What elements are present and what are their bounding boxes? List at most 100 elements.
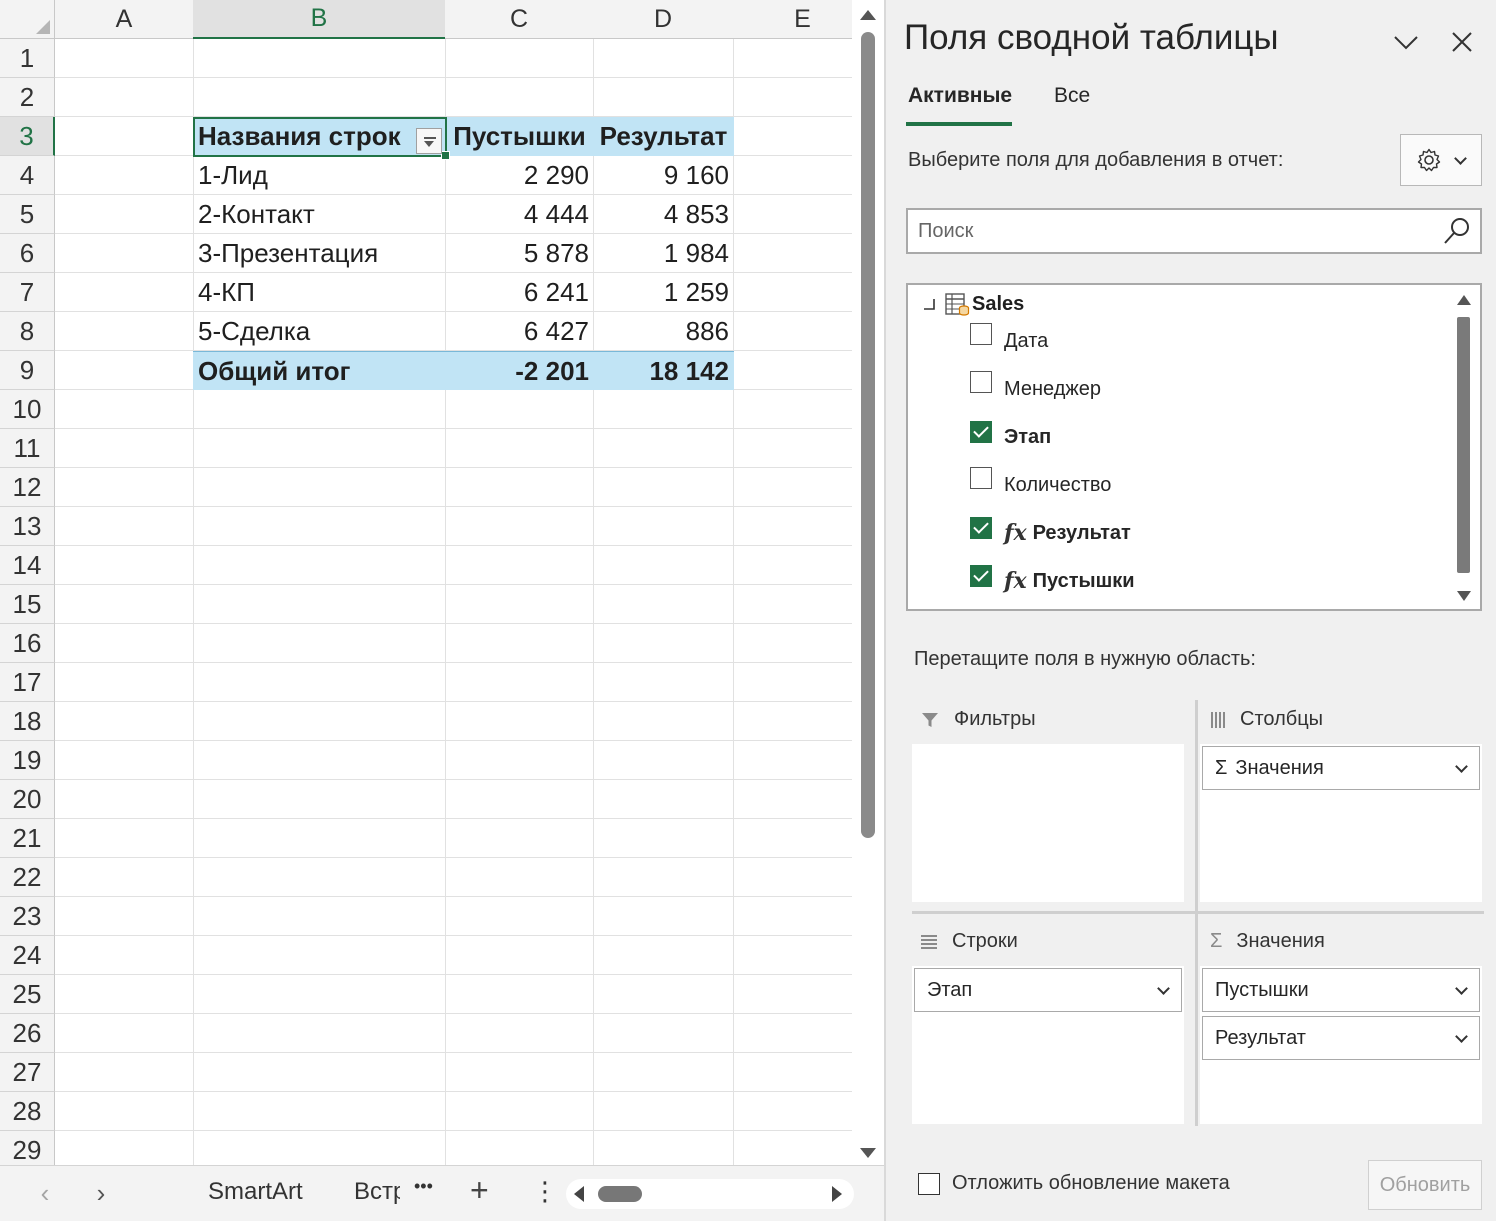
pivot-cell[interactable]: 4 853 — [593, 195, 734, 234]
defer-layout-update[interactable]: Отложить обновление макета — [918, 1172, 1230, 1195]
scrollbar-thumb[interactable] — [861, 32, 875, 838]
rows-drop-area[interactable]: Этап — [912, 966, 1184, 1124]
row-header[interactable]: 10 — [0, 390, 55, 429]
column-header-b[interactable]: B — [193, 0, 446, 39]
prev-sheet-icon[interactable]: ‹ — [32, 1178, 58, 1208]
row-header[interactable]: 4 — [0, 156, 55, 195]
row-header[interactable]: 8 — [0, 312, 55, 351]
column-header-a[interactable]: A — [55, 0, 194, 39]
sheet-options-icon[interactable]: ⋮ — [532, 1176, 558, 1207]
pivot-cell[interactable]: 1 984 — [593, 234, 734, 273]
pivot-cell[interactable]: 6 241 — [445, 273, 594, 312]
scroll-up-icon[interactable] — [860, 10, 876, 20]
tab-all[interactable]: Все — [1054, 84, 1090, 108]
filters-drop-area[interactable] — [912, 744, 1184, 902]
search-input[interactable] — [918, 210, 1428, 252]
defer-update-checkbox[interactable] — [918, 1172, 940, 1195]
row-header[interactable]: 6 — [0, 234, 55, 273]
pivot-row-label[interactable]: 3-Презентация — [193, 234, 446, 273]
field-list-scrollbar-thumb[interactable] — [1457, 317, 1470, 573]
field-checkbox[interactable] — [970, 323, 992, 345]
update-button[interactable]: Обновить — [1368, 1160, 1482, 1210]
field-item[interactable]: Количество — [970, 465, 1111, 505]
row-header[interactable]: 13 — [0, 507, 55, 546]
row-header[interactable]: 20 — [0, 780, 55, 819]
field-checkbox[interactable] — [970, 421, 992, 443]
horizontal-scrollbar[interactable] — [566, 1179, 854, 1209]
field-item[interactable]: fx Пустышки — [970, 561, 1135, 601]
pivot-cell[interactable]: 2 290 — [445, 156, 594, 195]
sheet-tab-smartart[interactable]: SmartArt — [208, 1178, 303, 1206]
field-checkbox[interactable] — [970, 371, 992, 393]
chevron-down-icon[interactable] — [1455, 762, 1467, 774]
row-labels-filter-dropdown-icon[interactable] — [416, 128, 442, 154]
pivot-cell[interactable]: 1 259 — [593, 273, 734, 312]
field-item[interactable]: fx Результат — [970, 513, 1131, 553]
row-header[interactable]: 7 — [0, 273, 55, 312]
columns-drop-area[interactable]: Σ Значения — [1200, 744, 1482, 902]
row-header[interactable]: 17 — [0, 663, 55, 702]
row-header[interactable]: 3 — [0, 117, 55, 156]
horizontal-scrollbar-thumb[interactable] — [598, 1186, 642, 1202]
row-header[interactable]: 26 — [0, 1014, 55, 1053]
select-all-corner[interactable] — [0, 0, 55, 39]
row-header[interactable]: 5 — [0, 195, 55, 234]
field-item[interactable]: Дата — [970, 321, 1048, 361]
search-icon[interactable] — [1442, 216, 1472, 246]
row-header[interactable]: 22 — [0, 858, 55, 897]
row-header[interactable]: 15 — [0, 585, 55, 624]
pivot-row-label[interactable]: 4-КП — [193, 273, 446, 312]
values-result-pill[interactable]: Результат — [1202, 1016, 1480, 1060]
scroll-down-icon[interactable] — [860, 1148, 876, 1158]
field-search-box[interactable] — [906, 208, 1482, 254]
pivot-row-label[interactable]: 5-Сделка — [193, 312, 446, 351]
row-header[interactable]: 19 — [0, 741, 55, 780]
pivot-row-label[interactable]: 2-Контакт — [193, 195, 446, 234]
pivot-grand-total-col2[interactable]: 18 142 — [593, 351, 734, 390]
field-item[interactable]: Менеджер — [970, 369, 1101, 409]
pivot-row-labels-header[interactable]: Названия строк — [193, 117, 446, 156]
scroll-down-icon[interactable] — [1457, 591, 1471, 601]
pivot-col2-header[interactable]: Результат — [593, 117, 734, 156]
pivot-grand-total-label[interactable]: Общий итог — [193, 351, 446, 390]
row-header[interactable]: 25 — [0, 975, 55, 1014]
chevron-down-icon[interactable] — [1455, 1032, 1467, 1044]
pivot-col1-header[interactable]: Пустышки — [445, 117, 594, 156]
row-header[interactable]: 1 — [0, 39, 55, 78]
row-header[interactable]: 29 — [0, 1131, 55, 1165]
field-item[interactable]: Этап — [970, 417, 1051, 457]
scroll-right-icon[interactable] — [832, 1186, 842, 1202]
row-header[interactable]: 24 — [0, 936, 55, 975]
column-header-c[interactable]: C — [445, 0, 594, 39]
field-checkbox[interactable] — [970, 517, 992, 539]
pivot-grand-total-col1[interactable]: -2 201 — [445, 351, 594, 390]
chevron-down-icon[interactable] — [1455, 984, 1467, 996]
pivot-cell[interactable]: 9 160 — [593, 156, 734, 195]
values-drop-area[interactable]: Пустышки Результат — [1200, 966, 1482, 1124]
row-header[interactable]: 12 — [0, 468, 55, 507]
more-sheets-icon[interactable]: ••• — [414, 1176, 433, 1197]
close-icon[interactable] — [1448, 28, 1476, 56]
row-header[interactable]: 2 — [0, 78, 55, 117]
collapse-tree-icon[interactable] — [922, 297, 936, 311]
worksheet-grid[interactable]: A B C D E 1 2 3 4 5 6 7 8 9 10 11 12 13 14 15 16 17 18 19 2… — [0, 0, 852, 1165]
row-header[interactable]: 21 — [0, 819, 55, 858]
pivot-cell[interactable]: 886 — [593, 312, 734, 351]
pivot-row-label[interactable]: 1-Лид — [193, 156, 446, 195]
row-header[interactable]: 16 — [0, 624, 55, 663]
column-header-d[interactable]: D — [593, 0, 734, 39]
rows-stage-pill[interactable]: Этап — [914, 968, 1182, 1012]
chevron-down-icon[interactable] — [1157, 984, 1169, 996]
tab-active[interactable]: Активные — [908, 84, 1012, 108]
areas-horizontal-divider[interactable] — [912, 911, 1484, 914]
field-list-settings-button[interactable] — [1400, 134, 1482, 186]
values-pustyshki-pill[interactable]: Пустышки — [1202, 968, 1480, 1012]
columns-values-pill[interactable]: Σ Значения — [1202, 746, 1480, 790]
row-header[interactable]: 28 — [0, 1092, 55, 1131]
next-sheet-icon[interactable]: › — [88, 1178, 114, 1208]
sheet-tab-embedded[interactable]: Встр — [354, 1178, 400, 1206]
column-header-e[interactable]: E — [733, 0, 852, 39]
scroll-left-icon[interactable] — [574, 1186, 584, 1202]
row-header[interactable]: 18 — [0, 702, 55, 741]
add-sheet-icon[interactable]: + — [470, 1172, 489, 1209]
